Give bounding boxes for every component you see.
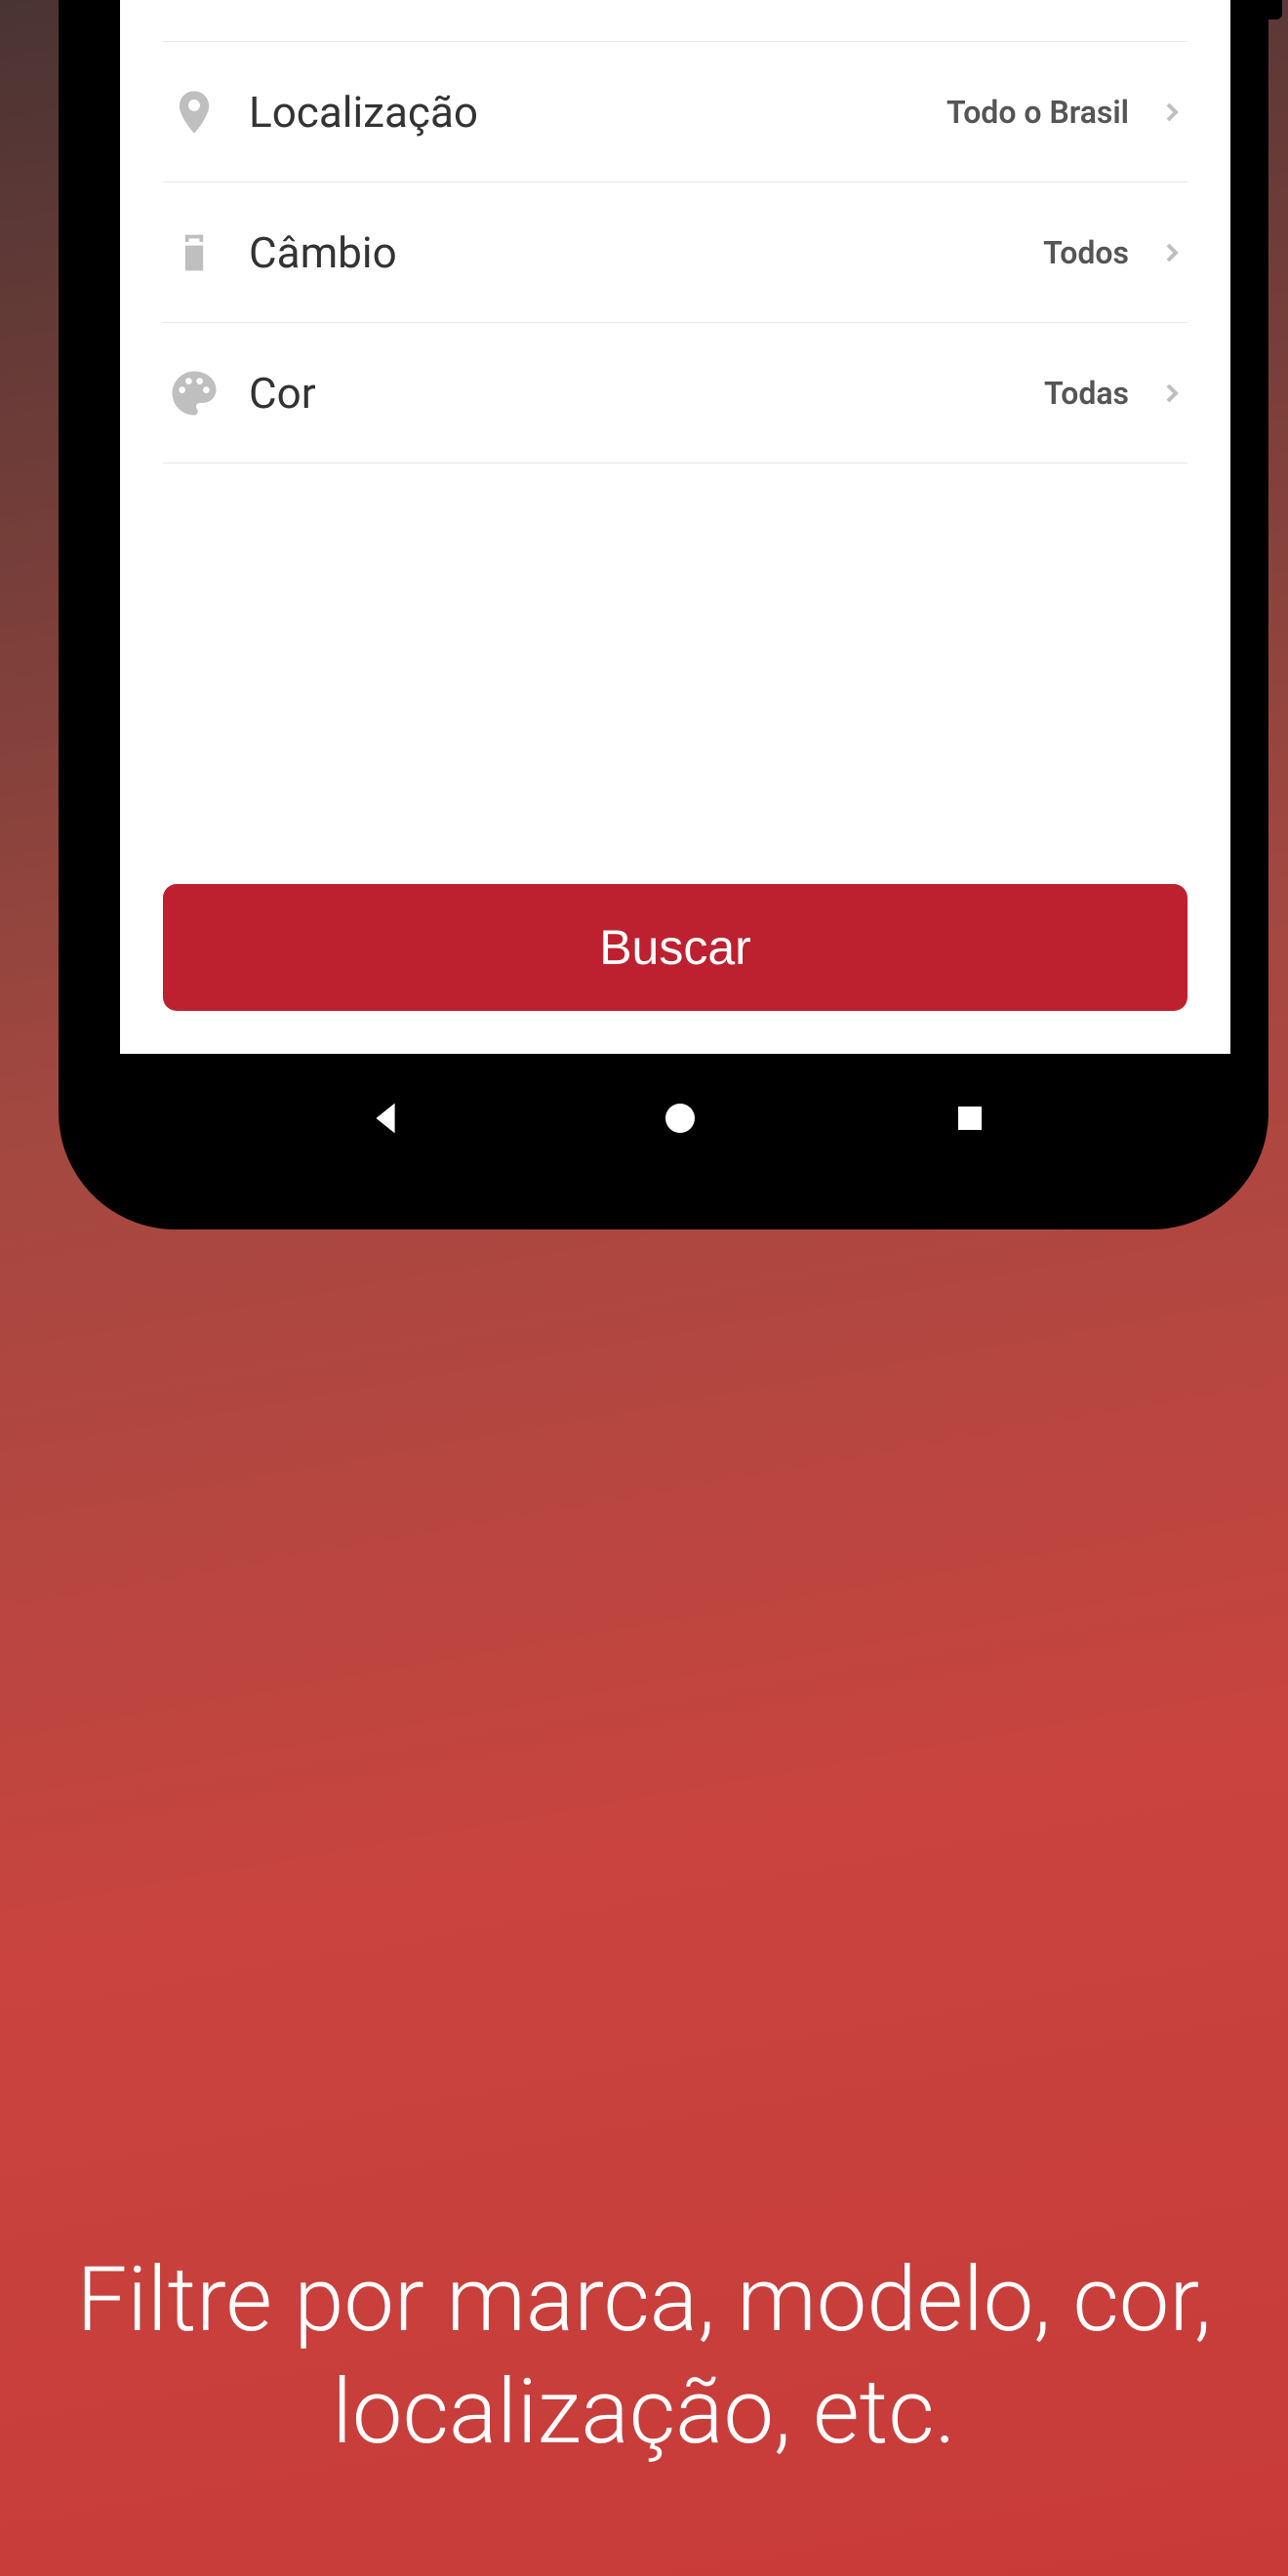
nav-home-button[interactable] xyxy=(661,1099,700,1138)
app-screen: Carro Moto Caminhão xyxy=(120,0,1230,1054)
palette-icon xyxy=(163,367,225,420)
search-button[interactable]: Buscar xyxy=(163,884,1187,1011)
filter-transmission[interactable]: Câmbio Todos xyxy=(163,182,1187,323)
filter-color[interactable]: Cor Todas xyxy=(163,323,1187,463)
filter-value: Todas xyxy=(1044,375,1129,412)
phone-side-button xyxy=(1268,0,1282,20)
promo-background: Carro Moto Caminhão xyxy=(0,0,1288,2576)
nav-recent-button[interactable] xyxy=(952,1101,987,1136)
filter-label: Localização xyxy=(249,87,923,138)
transmission-icon xyxy=(163,225,225,280)
promo-caption: Filtre por marca, modelo, cor, localizaç… xyxy=(0,2244,1288,2469)
filter-location[interactable]: Localização Todo o Brasil xyxy=(163,42,1187,182)
chevron-right-icon xyxy=(1156,378,1187,409)
filter-list: Busca rápida Fabricante Ordenar por Mais xyxy=(120,0,1230,849)
chevron-right-icon xyxy=(1156,237,1187,268)
search-form: Carro Moto Caminhão xyxy=(120,0,1230,1054)
filter-value: Todo o Brasil xyxy=(946,94,1129,131)
filter-value: Todos xyxy=(1043,234,1129,271)
filter-advertiser-type[interactable]: Tipo de Anunciante Todos xyxy=(163,0,1187,42)
search-button-container: Buscar xyxy=(120,849,1230,1054)
filter-label: Câmbio xyxy=(249,227,1020,278)
nav-back-button[interactable] xyxy=(363,1096,408,1141)
chevron-right-icon xyxy=(1156,97,1187,128)
android-nav-bar xyxy=(120,1060,1230,1177)
filter-label: Cor xyxy=(249,368,1021,419)
location-pin-icon xyxy=(163,87,225,138)
